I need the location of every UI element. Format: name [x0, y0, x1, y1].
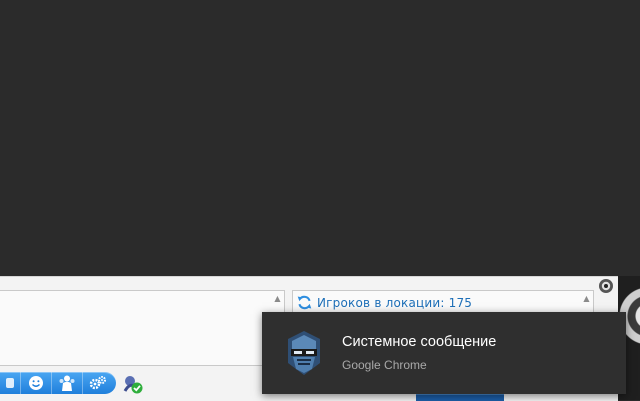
- scroll-up-arrow-icon[interactable]: ▲: [273, 294, 282, 303]
- scroll-up-arrow-icon[interactable]: ▲: [582, 294, 591, 303]
- smiley-icon: [29, 376, 43, 390]
- notification-source: Google Chrome: [342, 358, 427, 372]
- eye-icon[interactable]: [598, 278, 614, 294]
- notification-title: Системное сообщение: [342, 334, 497, 350]
- players-header: Игроков в локации: 175: [296, 294, 472, 311]
- smiley-button[interactable]: [21, 372, 52, 394]
- users-button[interactable]: [52, 372, 83, 394]
- settings-button[interactable]: [83, 372, 113, 394]
- players-count-label: Игроков в локации: 175: [317, 295, 473, 310]
- robot-mask-icon: [288, 331, 320, 375]
- chat-toolbar: [0, 372, 116, 394]
- chat-messages-area[interactable]: ▲: [0, 290, 285, 366]
- tab-partial-icon: [6, 378, 14, 388]
- users-icon: [59, 375, 75, 391]
- system-notification-toast[interactable]: Системное сообщение Google Chrome: [262, 312, 626, 394]
- refresh-icon[interactable]: [296, 294, 313, 311]
- settings-gears-icon: [89, 376, 106, 390]
- online-status-check-icon[interactable]: [122, 373, 144, 395]
- tab-partial-button[interactable]: [0, 372, 21, 394]
